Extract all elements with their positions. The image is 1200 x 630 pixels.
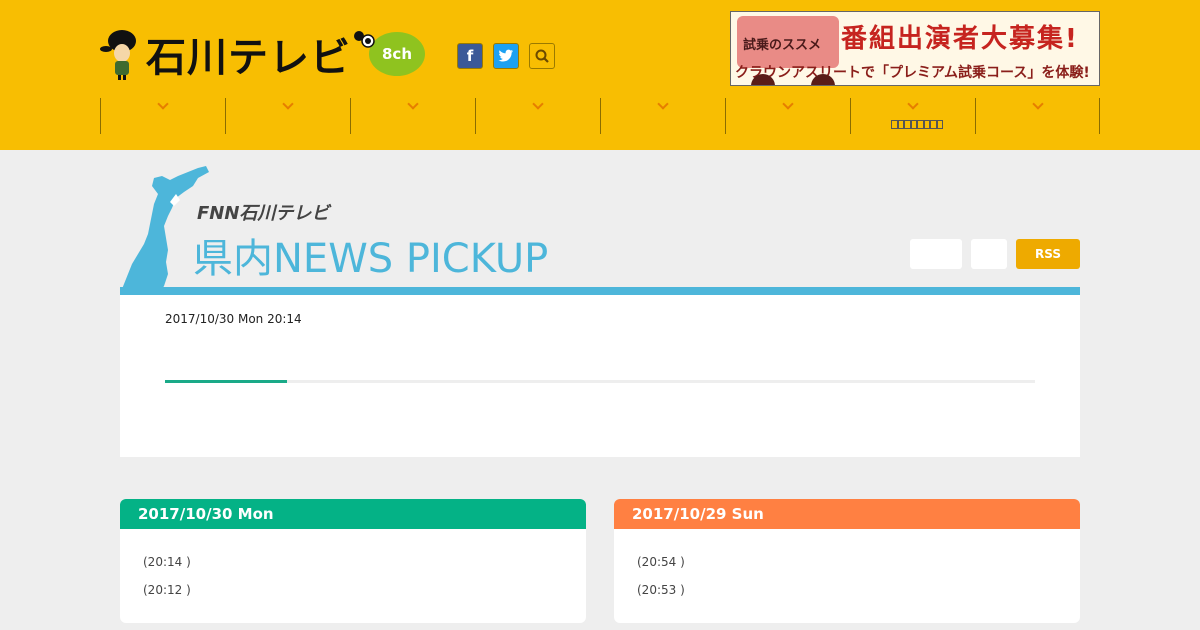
nav-item-7[interactable]: [850, 98, 975, 134]
list-item[interactable]: (20:54 ): [637, 555, 685, 569]
day-card-date: 2017/10/30 Mon: [120, 499, 586, 529]
twitter-bird-icon: [498, 49, 513, 62]
search-icon[interactable]: [529, 43, 555, 69]
chevron-down-icon: [907, 100, 917, 110]
fnn-label: FNN石川テレビ: [197, 203, 330, 224]
nav-item-1[interactable]: [100, 98, 225, 134]
chevron-down-icon: [657, 100, 667, 110]
list-item[interactable]: (20:53 ): [637, 583, 685, 597]
facebook-icon[interactable]: f: [457, 43, 483, 69]
list-item[interactable]: (20:12 ): [143, 583, 191, 597]
chevron-down-icon: [282, 100, 292, 110]
channel-badge: 8ch: [369, 32, 425, 76]
mascot-icon: [100, 30, 136, 80]
rss-button[interactable]: RSS: [1016, 239, 1080, 269]
nav-missing-glyphs: [891, 120, 943, 130]
logo-eyes-icon: [354, 31, 375, 48]
site-logo[interactable]: 石川テレビ 8ch: [98, 24, 425, 84]
nav-item-2[interactable]: [225, 98, 350, 134]
news-slider-panel: 2017/10/30 Mon 20:14: [120, 295, 1080, 457]
section-divider: [120, 287, 1080, 295]
site-header: 石川テレビ 8ch f 試乗のススメ 番組出演者大募集! クラウンアスリートで「…: [0, 0, 1200, 150]
chevron-down-icon: [157, 100, 167, 110]
chevron-down-icon: [1032, 100, 1042, 110]
magnifier-icon: [535, 49, 549, 63]
slide-progress-fill: [165, 380, 287, 383]
twitter-icon[interactable]: [493, 43, 519, 69]
main-nav: [100, 98, 1101, 134]
nav-item-3[interactable]: [350, 98, 475, 134]
banner-subline: クラウンアスリートで「プレミアム試乗コース」を体験!: [735, 65, 1090, 81]
section-title: 県内NEWS PICKUP: [193, 236, 549, 282]
banner-small-label: 試乗のススメ: [737, 16, 839, 68]
slide-progress-track[interactable]: [165, 380, 1035, 383]
latest-timestamp: 2017/10/30 Mon 20:14: [165, 312, 302, 326]
day-card-1: 2017/10/30 Mon (20:14 ) (20:12 ): [120, 499, 586, 623]
day-card-date: 2017/10/29 Sun: [614, 499, 1080, 529]
chevron-down-icon: [532, 100, 542, 110]
blank-button-2[interactable]: [971, 239, 1007, 269]
nav-item-5[interactable]: [600, 98, 725, 134]
nav-item-8[interactable]: [975, 98, 1100, 134]
nav-item-4[interactable]: [475, 98, 600, 134]
banner-headline: 番組出演者大募集!: [841, 24, 1079, 54]
logo-text: 石川テレビ: [146, 35, 351, 81]
nav-item-6[interactable]: [725, 98, 850, 134]
blank-button-1[interactable]: [910, 239, 962, 269]
chevron-down-icon: [407, 100, 417, 110]
day-card-2: 2017/10/29 Sun (20:54 ) (20:53 ): [614, 499, 1080, 623]
chevron-down-icon: [782, 100, 792, 110]
ad-banner[interactable]: 試乗のススメ 番組出演者大募集! クラウンアスリートで「プレミアム試乗コース」を…: [730, 11, 1100, 86]
list-item[interactable]: (20:14 ): [143, 555, 191, 569]
